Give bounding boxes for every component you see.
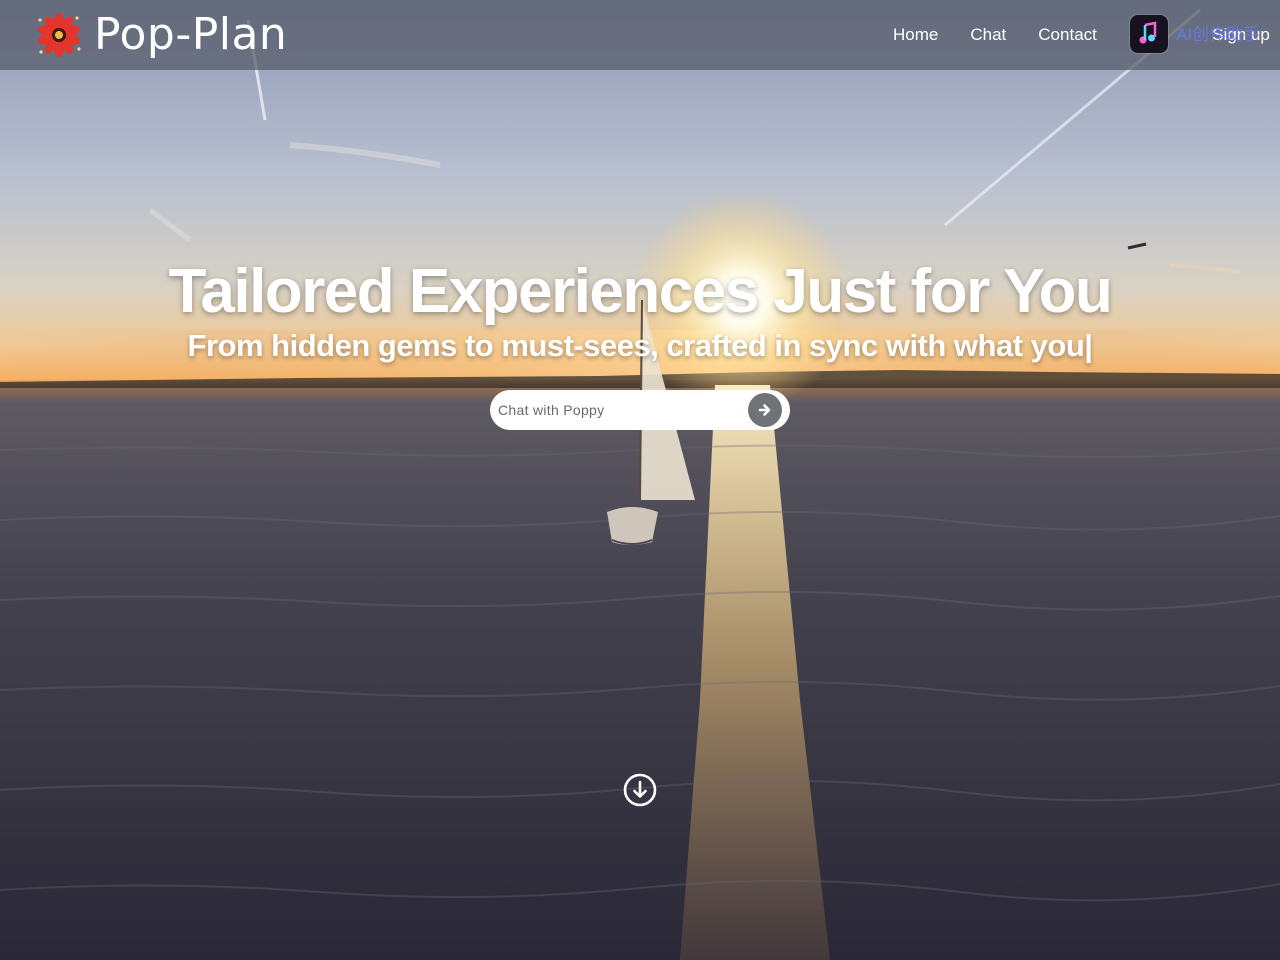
ai-creator-badge-icon[interactable]: [1130, 15, 1168, 53]
nav-chat-link[interactable]: Chat: [970, 25, 1006, 45]
hero-background-image: [0, 0, 1280, 960]
arrow-right-icon: [758, 404, 771, 416]
chat-input[interactable]: [498, 390, 733, 430]
brand-name: Pop-Plan: [94, 9, 288, 60]
chat-search-box: [490, 390, 790, 430]
nav-contact-link[interactable]: Contact: [1038, 25, 1097, 45]
hero-section: Pop-Plan Home Chat Contact S Sign up AI创…: [0, 0, 1280, 960]
red-flower-icon: [37, 13, 81, 57]
brand[interactable]: Pop-Plan: [36, 8, 287, 62]
ai-creator-text[interactable]: AI创作助手: [1176, 20, 1260, 45]
scroll-down-button[interactable]: [623, 773, 657, 807]
navbar: Pop-Plan Home Chat Contact S Sign up AI创…: [0, 0, 1280, 70]
arrow-down-circle-icon: [623, 773, 657, 807]
music-note-icon: [1139, 21, 1157, 44]
hero-title: Tailored Experiences Just for You: [168, 257, 1113, 326]
hero-subtitle: From hidden gems to must-sees, crafted i…: [187, 328, 1093, 363]
nav-home-link[interactable]: Home: [893, 25, 938, 45]
send-button[interactable]: [748, 393, 782, 427]
